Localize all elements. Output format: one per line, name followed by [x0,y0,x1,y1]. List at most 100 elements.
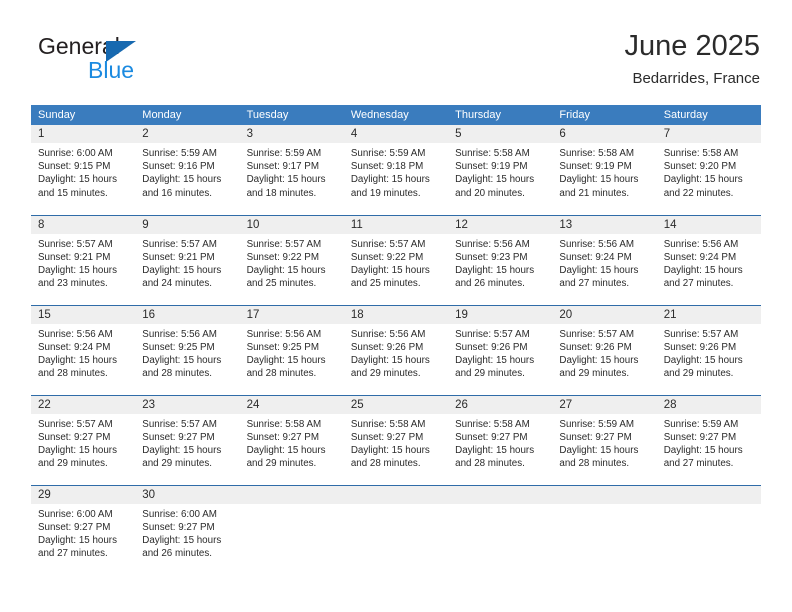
daylight-text-line2: and 28 minutes. [455,458,525,470]
day-number: 25 [343,395,449,414]
day-cell[interactable]: 9 Sunrise: 5:57 AM Sunset: 9:21 PM Dayli… [135,214,240,305]
sunrise-text: Sunrise: 5:58 AM [559,148,635,159]
daylight-text-line1: Daylight: 15 hours [455,444,535,456]
daylight-text-line2: and 25 minutes. [246,278,317,290]
page-subtitle: Bedarrides, France [632,70,760,87]
day-cell[interactable]: 29 Sunrise: 6:00 AM Sunset: 9:27 PM Dayl… [31,484,136,575]
day-cell[interactable]: 14 Sunrise: 5:56 AM Sunset: 9:24 PM Dayl… [656,214,761,305]
daylight-text-line2: and 28 minutes. [559,458,630,470]
day-number: 23 [135,395,240,414]
day-cell[interactable]: 22 Sunrise: 5:57 AM Sunset: 9:27 PM Dayl… [31,394,136,485]
sunset-text: Sunset: 9:27 PM [559,431,632,443]
sunset-text: Sunset: 9:27 PM [142,431,215,443]
weekday-header-wednesday: Wednesday [343,105,449,125]
daylight-text-line1: Daylight: 15 hours [246,264,326,276]
sunrise-text: Sunrise: 5:56 AM [142,328,217,340]
day-cell[interactable]: 19 Sunrise: 5:57 AM Sunset: 9:26 PM Dayl… [448,304,553,395]
daylight-text-line2: and 28 minutes. [246,368,317,380]
sunset-text: Sunset: 9:15 PM [38,161,111,173]
sunrise-text: Sunrise: 5:57 AM [663,328,739,340]
sunset-text: Sunset: 9:19 PM [455,161,528,173]
day-number: 3 [239,125,344,143]
daylight-text-line1: Daylight: 15 hours [246,444,326,456]
daylight-text-line2: and 27 minutes. [559,278,630,290]
day-cell[interactable]: 30 Sunrise: 6:00 AM Sunset: 9:27 PM Dayl… [135,484,240,575]
day-cell[interactable]: 21 Sunrise: 5:57 AM Sunset: 9:26 PM Dayl… [656,304,761,395]
sunrise-text: Sunrise: 5:57 AM [142,418,217,430]
day-number: 13 [552,215,657,234]
logo-text-blue: Blue [88,57,135,83]
day-number: 10 [239,215,344,234]
day-number: 16 [135,305,240,324]
day-cell[interactable]: 27 Sunrise: 5:59 AM Sunset: 9:27 PM Dayl… [552,394,657,485]
sunrise-text: Sunrise: 5:57 AM [455,328,530,340]
sunrise-text: Sunrise: 5:58 AM [455,418,530,430]
sunrise-text: Sunrise: 5:57 AM [142,238,217,250]
daylight-text-line1: Daylight: 15 hours [38,444,117,456]
calendar-grid: Sunday Monday Tuesday Wednesday Thursday… [31,105,761,575]
weekday-header-friday: Friday [552,105,657,125]
day-cell[interactable]: 23 Sunrise: 5:57 AM Sunset: 9:27 PM Dayl… [135,394,240,485]
day-cell[interactable]: 6 Sunrise: 5:58 AM Sunset: 9:19 PM Dayli… [552,125,657,215]
sunset-text: Sunset: 9:27 PM [142,521,215,533]
daylight-text-line2: and 29 minutes. [350,368,421,380]
daylight-text-line1: Daylight: 15 hours [246,174,326,186]
sunset-text: Sunset: 9:16 PM [142,161,215,173]
day-cell[interactable]: 25 Sunrise: 5:58 AM Sunset: 9:27 PM Dayl… [343,394,449,485]
daylight-text-line2: and 27 minutes. [663,458,734,470]
day-cell-empty [552,484,657,575]
title-block: June 2025 Bedarrides, France [625,28,760,90]
week-row: 1 Sunrise: 6:00 AM Sunset: 9:15 PM Dayli… [31,125,761,215]
day-cell[interactable]: 2 Sunrise: 5:59 AM Sunset: 9:16 PM Dayli… [135,125,240,215]
day-number: 7 [656,125,761,143]
day-cell[interactable]: 28 Sunrise: 5:59 AM Sunset: 9:27 PM Dayl… [656,394,761,485]
sunset-text: Sunset: 9:20 PM [663,161,737,173]
day-number: 22 [31,395,136,414]
day-cell[interactable]: 18 Sunrise: 5:56 AM Sunset: 9:26 PM Dayl… [343,304,449,395]
daylight-text-line2: and 26 minutes. [142,548,212,560]
day-cell[interactable]: 1 Sunrise: 6:00 AM Sunset: 9:15 PM Dayli… [31,125,136,215]
sunset-text: Sunset: 9:27 PM [38,431,111,443]
daylight-text-line1: Daylight: 15 hours [350,174,430,186]
sunrise-text: Sunrise: 5:56 AM [38,328,113,340]
day-cell[interactable]: 16 Sunrise: 5:56 AM Sunset: 9:25 PM Dayl… [135,304,240,395]
day-number: 30 [135,485,240,504]
sunrise-text: Sunrise: 5:56 AM [559,238,635,250]
sunset-text: Sunset: 9:27 PM [38,521,111,533]
sunrise-text: Sunrise: 5:56 AM [246,328,322,340]
day-cell[interactable]: 26 Sunrise: 5:58 AM Sunset: 9:27 PM Dayl… [448,394,553,485]
day-cell[interactable]: 8 Sunrise: 5:57 AM Sunset: 9:21 PM Dayli… [31,214,136,305]
weekday-header-thursday: Thursday [448,105,553,125]
day-cell[interactable]: 12 Sunrise: 5:56 AM Sunset: 9:23 PM Dayl… [448,214,553,305]
sunset-text: Sunset: 9:26 PM [559,341,632,353]
day-cell[interactable]: 17 Sunrise: 5:56 AM Sunset: 9:25 PM Dayl… [239,304,344,395]
day-cell[interactable]: 20 Sunrise: 5:57 AM Sunset: 9:26 PM Dayl… [552,304,657,395]
daylight-text-line2: and 28 minutes. [38,368,108,380]
day-cell-empty [239,484,344,575]
day-cell[interactable]: 3 Sunrise: 5:59 AM Sunset: 9:17 PM Dayli… [239,125,344,215]
day-cell[interactable]: 15 Sunrise: 5:56 AM Sunset: 9:24 PM Dayl… [31,304,136,395]
day-cell[interactable]: 5 Sunrise: 5:58 AM Sunset: 9:19 PM Dayli… [448,125,553,215]
day-cell[interactable]: 4 Sunrise: 5:59 AM Sunset: 9:18 PM Dayli… [343,125,449,215]
sunrise-text: Sunrise: 5:56 AM [455,238,530,250]
week-row: 15 Sunrise: 5:56 AM Sunset: 9:24 PM Dayl… [31,304,761,395]
day-cell[interactable]: 10 Sunrise: 5:57 AM Sunset: 9:22 PM Dayl… [239,214,344,305]
day-cell[interactable]: 7 Sunrise: 5:58 AM Sunset: 9:20 PM Dayli… [656,125,761,215]
day-cell-empty [448,484,553,575]
daylight-text-line1: Daylight: 15 hours [559,174,639,186]
sunset-text: Sunset: 9:17 PM [246,161,319,173]
daylight-text-line1: Daylight: 15 hours [142,444,222,456]
weekday-header-tuesday: Tuesday [239,105,344,125]
day-number: 15 [31,305,136,324]
daylight-text-line2: and 18 minutes. [246,187,317,199]
sunrise-text: Sunrise: 5:59 AM [142,148,217,159]
day-cell[interactable]: 13 Sunrise: 5:56 AM Sunset: 9:24 PM Dayl… [552,214,657,305]
day-cell[interactable]: 11 Sunrise: 5:57 AM Sunset: 9:22 PM Dayl… [343,214,449,305]
day-cell[interactable]: 24 Sunrise: 5:58 AM Sunset: 9:27 PM Dayl… [239,394,344,485]
day-number: 28 [656,395,761,414]
daylight-text-line2: and 22 minutes. [663,187,734,199]
weekday-header-saturday: Saturday [656,105,761,125]
sunset-text: Sunset: 9:25 PM [246,341,319,353]
calendar-page: General Blue June 2025 Bedarrides, Franc… [0,0,792,612]
week-row: 29 Sunrise: 6:00 AM Sunset: 9:27 PM Dayl… [31,484,761,575]
